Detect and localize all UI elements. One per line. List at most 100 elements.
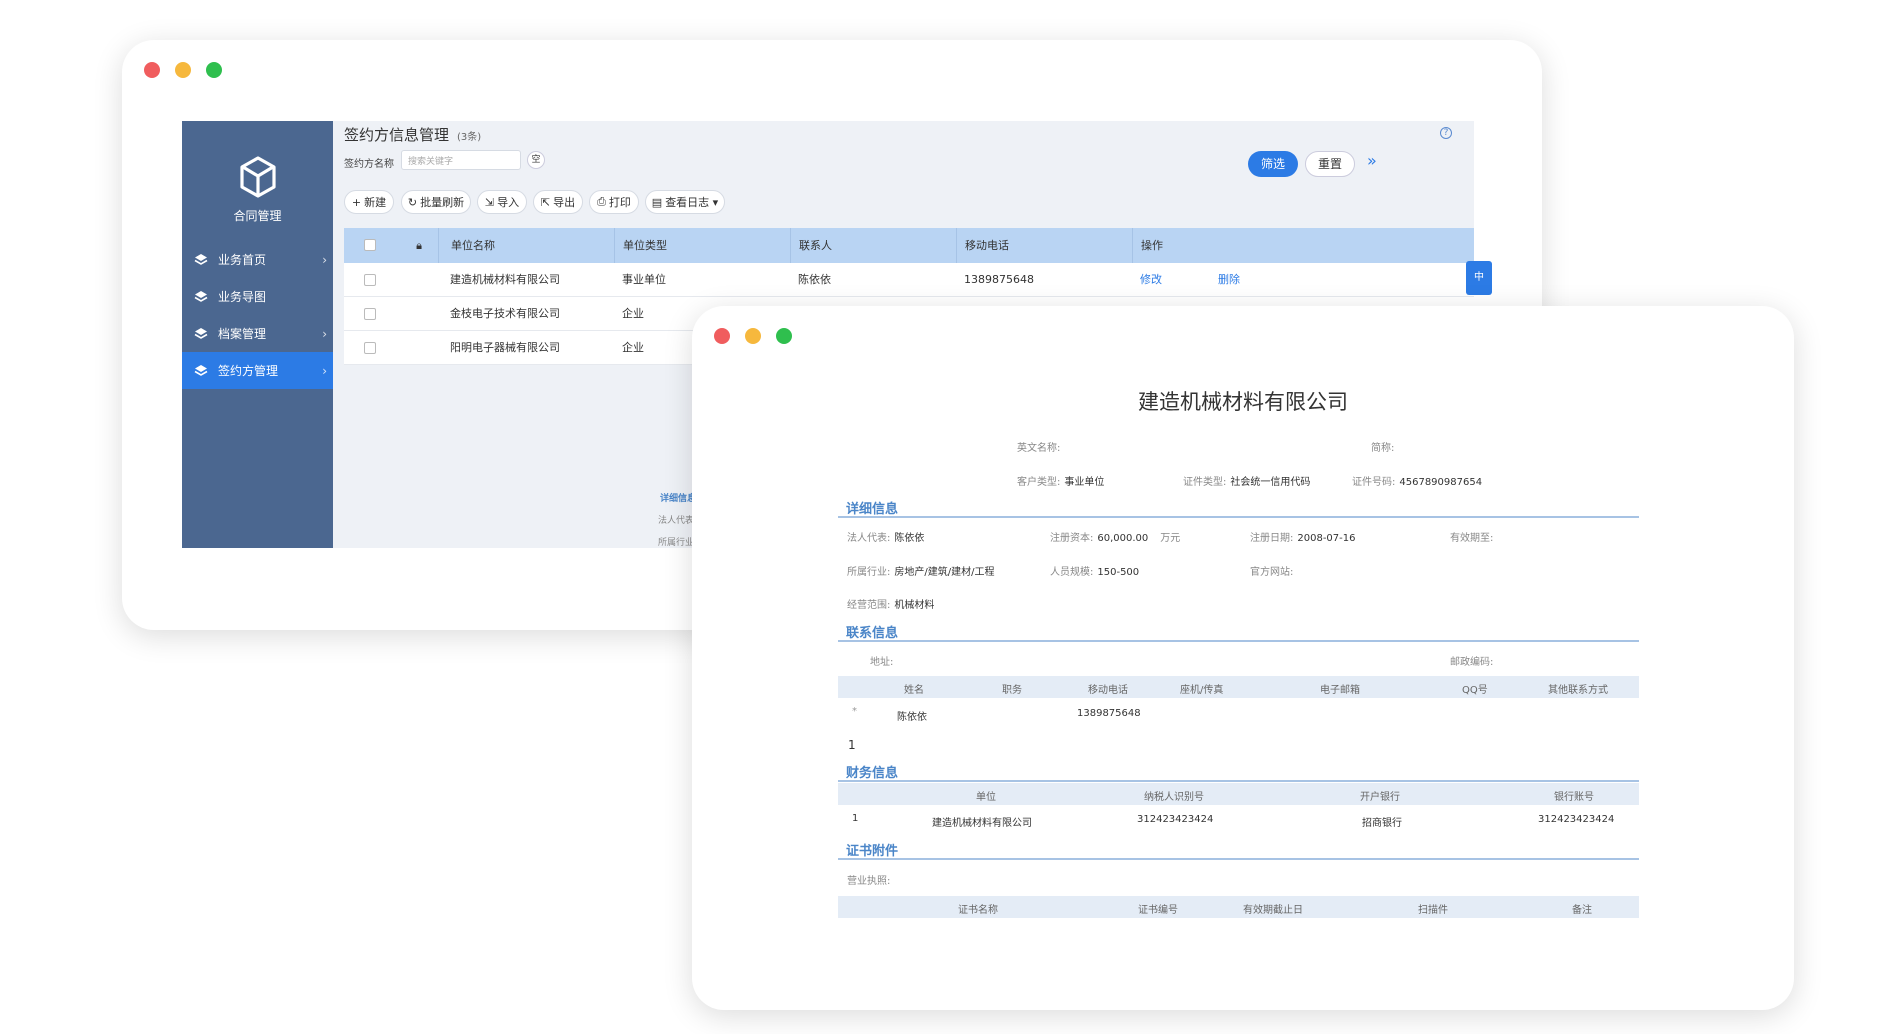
delete-link[interactable]: 删除 xyxy=(1218,263,1240,297)
minimize-dot[interactable] xyxy=(745,328,761,344)
valid-until-field: 有效期至: xyxy=(1450,533,1494,544)
contact-phone: 1389875648 xyxy=(1077,708,1141,719)
layers-icon xyxy=(194,290,208,302)
finance-unit: 建造机械材料有限公司 xyxy=(932,818,1032,829)
short-name-field: 简称: xyxy=(1371,443,1395,454)
contact-name: 陈依依 xyxy=(897,712,927,723)
col-name: 单位名称 xyxy=(438,228,614,263)
col-contact: 联系人 xyxy=(790,228,956,263)
maximize-dot[interactable] xyxy=(776,328,792,344)
id-no-field: 证件号码: 4567890987654 xyxy=(1352,477,1483,488)
col-type: 单位类型 xyxy=(614,228,790,263)
section-cert: 证书附件 xyxy=(838,838,1639,860)
zip-field: 邮政编码: xyxy=(1450,657,1494,668)
close-dot[interactable] xyxy=(714,328,730,344)
sidebar-item-label: 业务首页 xyxy=(218,253,267,267)
help-icon[interactable]: ? xyxy=(1440,127,1452,139)
id-type-field: 证件类型: 社会统一信用代码 xyxy=(1183,477,1311,488)
plus-icon: + xyxy=(351,195,362,209)
reset-button[interactable]: 重置 xyxy=(1305,151,1355,177)
sidebar-item-label: 签约方管理 xyxy=(218,364,279,378)
section-finance: 财务信息 xyxy=(838,760,1639,782)
cell-name: 阳明电子器械有限公司 xyxy=(450,341,560,354)
website-field: 官方网站: xyxy=(1250,567,1294,578)
expand-icon[interactable]: » xyxy=(1367,151,1377,170)
en-name-field: 英文名称: xyxy=(1017,443,1061,454)
finance-table-header: 单位 纳税人识别号 开户银行 银行账号 xyxy=(838,783,1639,805)
select-all-checkbox[interactable] xyxy=(364,239,376,251)
sidebar-item-label: 业务导图 xyxy=(218,290,267,304)
cert-table-header: 证书名称 证书编号 有效期截止日 扫描件 备注 xyxy=(838,896,1639,918)
sidebar-item-map[interactable]: 业务导图 xyxy=(182,278,333,315)
sidebar-item-label: 档案管理 xyxy=(218,327,267,341)
sidebar-item-home[interactable]: 业务首页 › xyxy=(182,241,333,278)
chevron-right-icon: › xyxy=(322,252,327,267)
sidebar-title: 合同管理 xyxy=(233,209,282,223)
cell-name: 建造机械材料有限公司 xyxy=(450,273,560,286)
print-icon: ⎙ xyxy=(597,195,606,208)
import-button[interactable]: ⇲ 导入 xyxy=(477,190,527,214)
cell-name: 金枝电子技术有限公司 xyxy=(450,307,560,320)
reg-date-field: 注册日期: 2008-07-16 xyxy=(1250,533,1356,544)
sidebar-item-parties[interactable]: 签约方管理 › xyxy=(182,352,333,389)
table-header: 🔒︎ 单位名称 单位类型 联系人 移动电话 操作 xyxy=(344,228,1474,263)
finance-account: 312423423424 xyxy=(1538,814,1615,825)
refresh-icon: ↻ xyxy=(407,195,418,209)
view-log-button[interactable]: ▤ 查看日志 ▾ xyxy=(645,190,725,214)
layers-icon xyxy=(194,253,208,265)
row-checkbox[interactable] xyxy=(364,308,376,320)
clear-button[interactable]: 空 xyxy=(527,151,545,169)
filter-label: 签约方名称 xyxy=(344,159,394,170)
close-dot[interactable] xyxy=(144,62,160,78)
export-button[interactable]: ⇱ 导出 xyxy=(533,190,583,214)
sidebar-item-archive[interactable]: 档案管理 › xyxy=(182,315,333,352)
edit-link[interactable]: 修改 xyxy=(1140,263,1162,297)
box-logo-icon xyxy=(240,156,276,198)
new-button[interactable]: + 新建 xyxy=(344,190,394,214)
cell-type: 企业 xyxy=(622,307,644,320)
search-input[interactable]: 搜索关键字 xyxy=(401,150,521,170)
page-title: 签约方信息管理 (3条) xyxy=(344,126,482,144)
row-checkbox[interactable] xyxy=(364,342,376,354)
rep-field: 法人代表: 陈依依 xyxy=(847,533,925,544)
col-phone: 移动电话 xyxy=(956,228,1132,263)
industry-field: 所属行业: 房地产/建筑/建材/工程 xyxy=(847,567,995,578)
table-row[interactable]: 建造机械材料有限公司 事业单位 陈依依 1389875648 修改 删除 xyxy=(344,263,1474,297)
col-actions: 操作 xyxy=(1132,228,1302,263)
section-detail: 详细信息 xyxy=(838,496,1639,518)
export-icon: ⇱ xyxy=(540,195,551,209)
maximize-dot[interactable] xyxy=(206,62,222,78)
peek-section-title: 详细信息 xyxy=(660,494,697,504)
contact-table-header: 姓名 职务 移动电话 座机/传真 电子邮箱 QQ号 其他联系方式 xyxy=(838,676,1639,698)
lock-icon: 🔒︎ xyxy=(416,239,422,252)
row-checkbox[interactable] xyxy=(364,274,376,286)
required-mark: * xyxy=(852,706,857,717)
cell-type: 事业单位 xyxy=(622,273,666,286)
cell-type: 企业 xyxy=(622,341,644,354)
layers-icon xyxy=(194,327,208,339)
print-button[interactable]: ⎙ 打印 xyxy=(589,190,639,214)
license-field: 营业执照: xyxy=(847,876,891,887)
layers-icon xyxy=(194,364,208,376)
customer-type-field: 客户类型: 事业单位 xyxy=(1017,477,1105,488)
side-panel-button[interactable]: 中 xyxy=(1466,261,1492,295)
capital-field: 注册资本: 60,000.00 万元 xyxy=(1050,533,1181,544)
window-controls xyxy=(714,328,792,344)
record-count: (3条) xyxy=(457,132,482,143)
scope-field: 经营范围: 机械材料 xyxy=(847,600,935,611)
finance-tax-id: 312423423424 xyxy=(1137,814,1214,825)
chevron-right-icon: › xyxy=(322,363,327,378)
section-contact: 联系信息 xyxy=(838,620,1639,642)
finance-bank: 招商银行 xyxy=(1362,818,1402,829)
log-icon: ▤ xyxy=(651,195,663,209)
address-field: 地址: xyxy=(870,657,894,668)
company-title: 建造机械材料有限公司 xyxy=(1138,390,1348,414)
detail-window: 建造机械材料有限公司 英文名称: 简称: 客户类型: 事业单位 证件类型: 社会统一… xyxy=(692,306,1794,1010)
batch-refresh-button[interactable]: ↻ 批量刷新 xyxy=(401,190,471,214)
contact-count: 1 xyxy=(848,738,856,752)
import-icon: ⇲ xyxy=(484,195,495,209)
chevron-right-icon: › xyxy=(322,326,327,341)
filter-button[interactable]: 筛选 xyxy=(1248,151,1298,177)
minimize-dot[interactable] xyxy=(175,62,191,78)
cell-phone: 1389875648 xyxy=(964,273,1034,286)
